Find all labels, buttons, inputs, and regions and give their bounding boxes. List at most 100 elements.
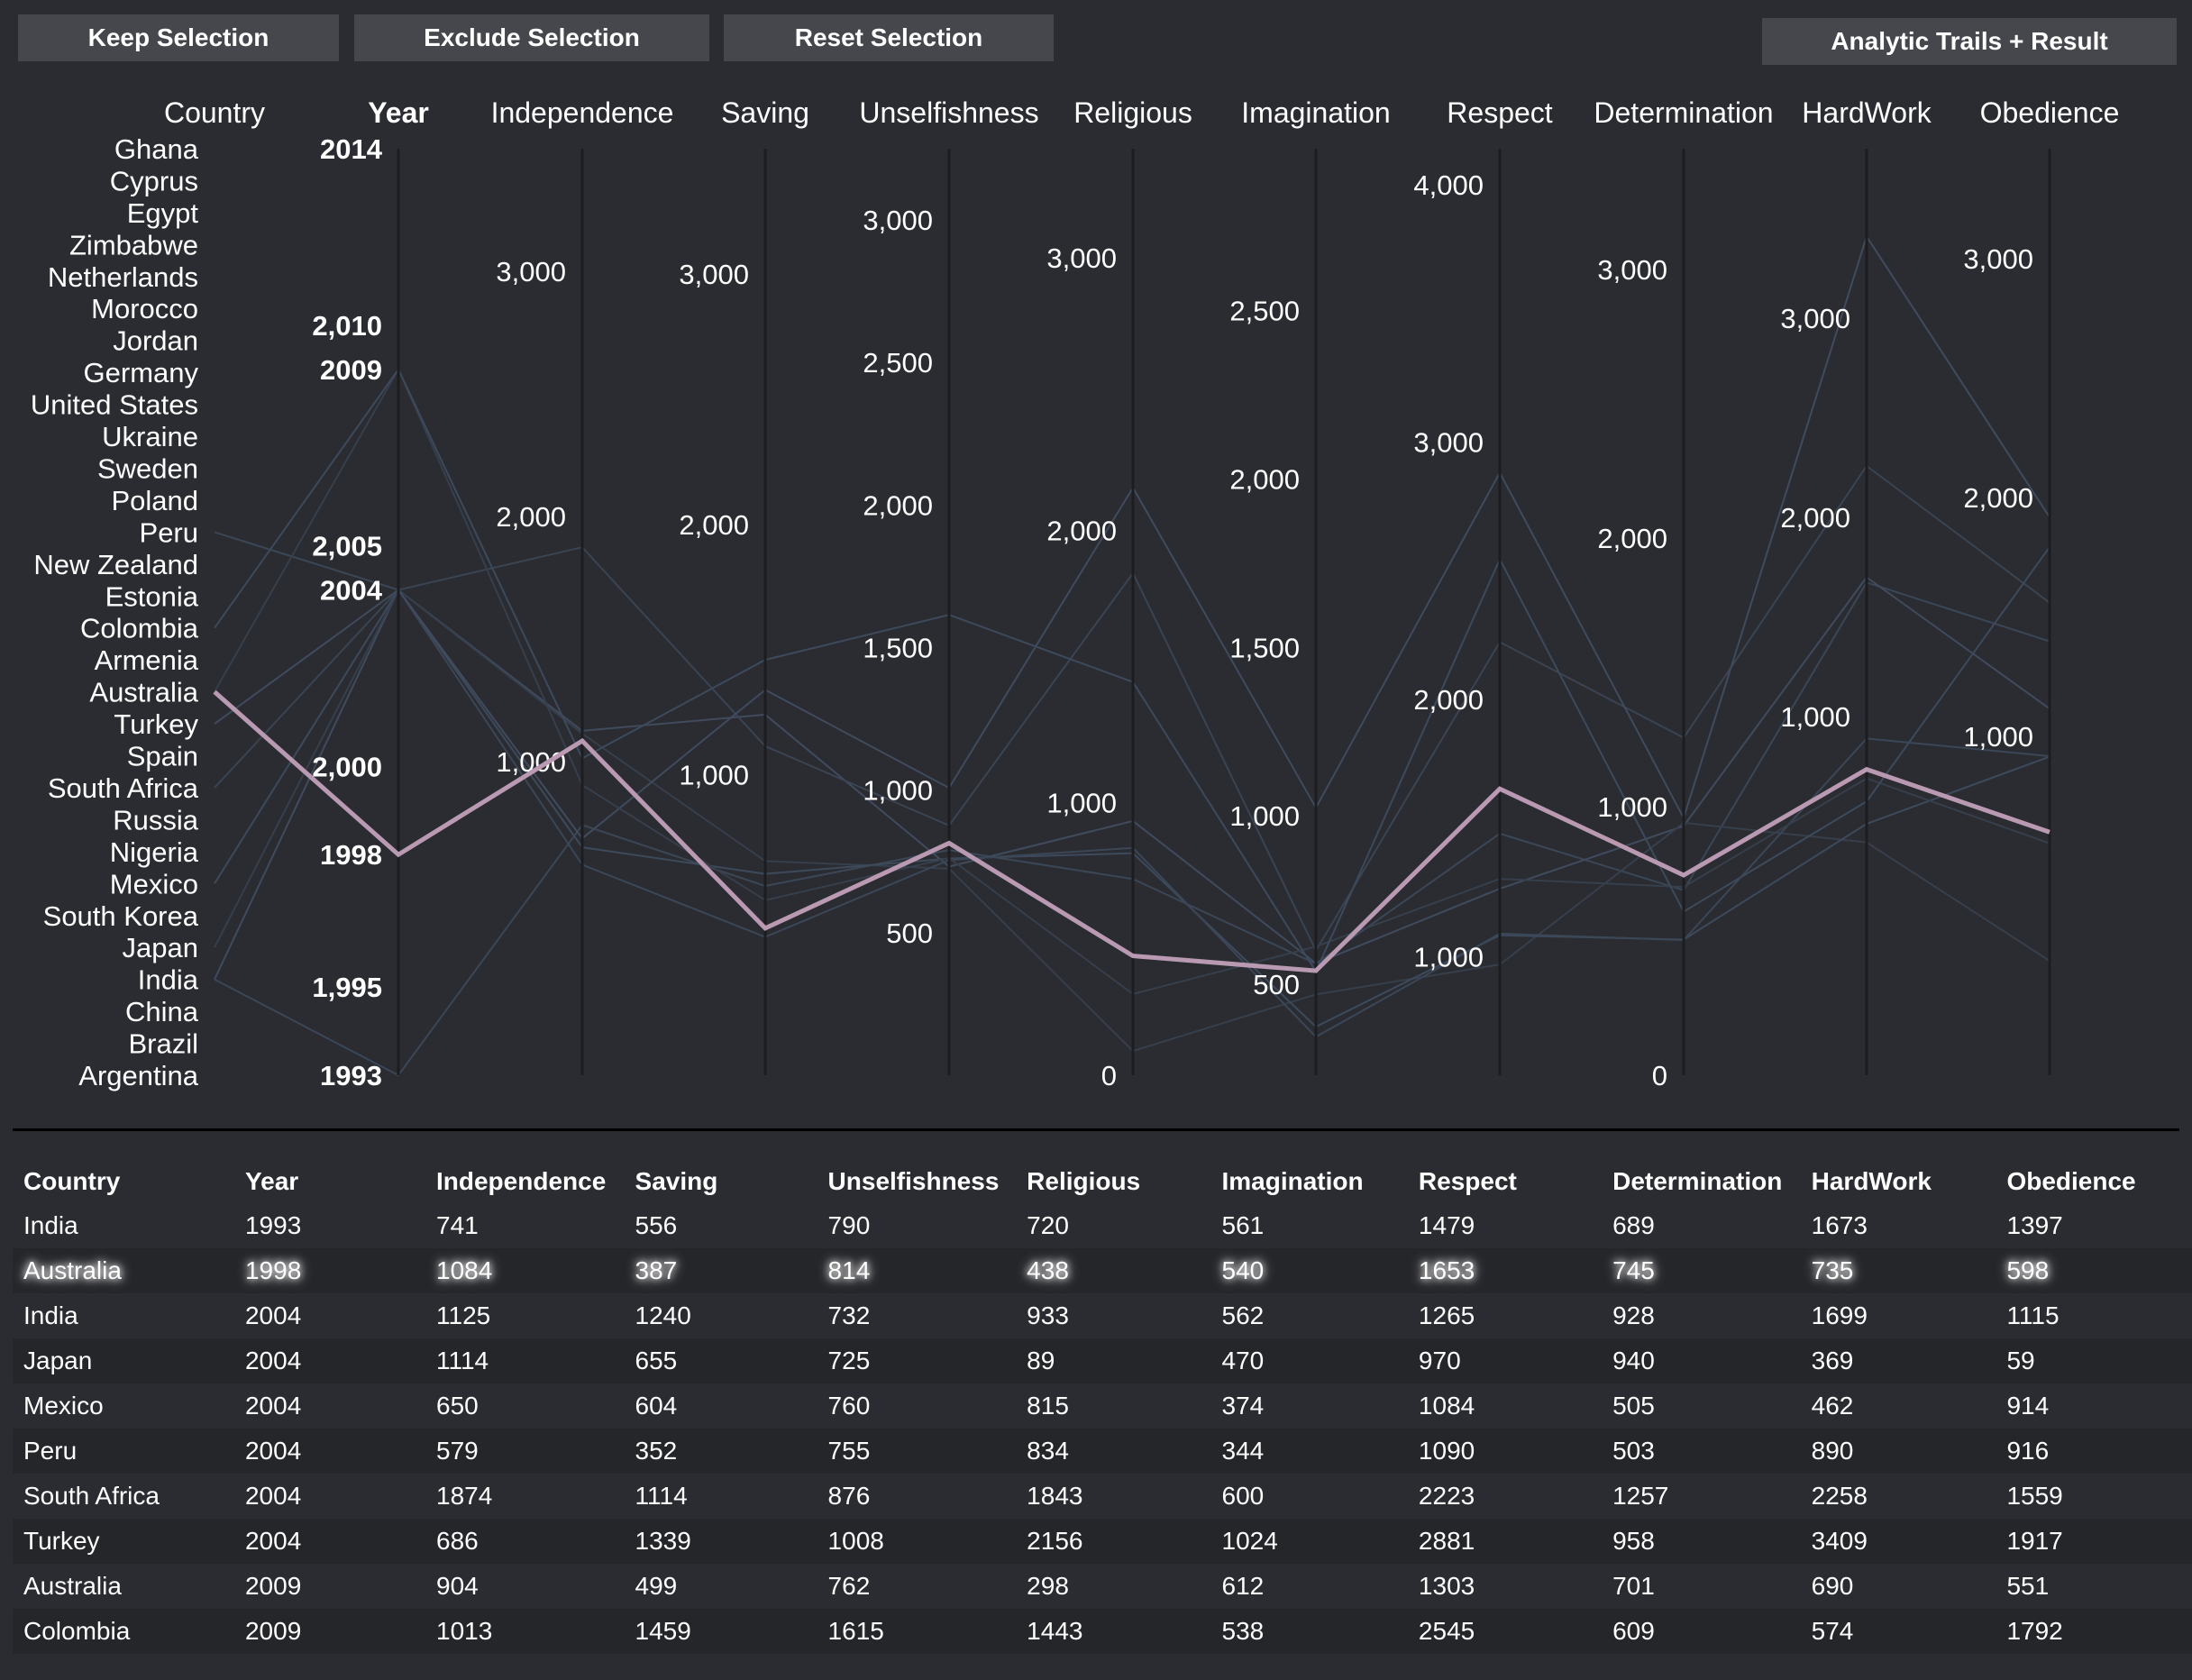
country-label[interactable]: Sweden — [97, 452, 198, 484]
axis-title-respect[interactable]: Respect — [1447, 96, 1553, 129]
table-cell: 1114 — [635, 1482, 688, 1510]
country-label[interactable]: Armenia — [95, 644, 199, 676]
keep-selection-button[interactable]: Keep Selection — [18, 14, 339, 61]
table-row[interactable]: Australia 2009 904 499 762 298 612 1303 701 690 55… — [13, 1564, 2192, 1609]
column-header-independence[interactable]: Independence — [425, 1160, 625, 1203]
tick-label: 2,000 — [1597, 523, 1667, 554]
table-cell: 725 — [817, 1338, 1017, 1383]
table-row[interactable]: Japan 2004 1114 655 725 89 470 970 940 369 59 — [13, 1338, 2192, 1383]
country-label[interactable]: Estonia — [105, 580, 199, 612]
table-cell: 3409 — [1800, 1519, 1996, 1564]
axis-title-independence[interactable]: Independence — [491, 96, 674, 129]
analytic-trails-button[interactable]: Analytic Trails + Result — [1762, 18, 2177, 65]
column-header-respect[interactable]: Respect — [1408, 1160, 1602, 1203]
table-cell: 505 — [1612, 1392, 1655, 1420]
table-header-row: Country Year Independence Saving Unselfishne… — [13, 1160, 2192, 1203]
table-cell: 762 — [827, 1572, 871, 1600]
column-header-unselfishness[interactable]: Unselfishness — [817, 1160, 1017, 1203]
column-header-determination[interactable]: Determination — [1602, 1160, 1801, 1203]
axis-unselfishness: Unselfishness 3,000 2,500 2,000 1,500 1,000 50… — [859, 96, 1039, 1075]
table-row[interactable]: Mexico 2004 650 604 760 815 374 1084 505 462 914 — [13, 1383, 2192, 1429]
table-cell: 755 — [817, 1429, 1017, 1474]
tick-label: 4,000 — [1413, 169, 1484, 201]
country-label[interactable]: South Africa — [48, 772, 199, 804]
column-header-country[interactable]: Country — [13, 1160, 234, 1203]
country-label[interactable]: Spain — [127, 741, 198, 772]
country-label[interactable]: Egypt — [127, 197, 199, 229]
country-label[interactable]: South Korea — [43, 900, 199, 932]
country-label[interactable]: Netherlands — [48, 261, 198, 293]
tick-label: 1,000 — [1963, 721, 2033, 753]
country-label[interactable]: Ukraine — [102, 421, 198, 452]
column-header-imagination[interactable]: Imagination — [1211, 1160, 1408, 1203]
axis-hardwork: HardWork 3,000 2,000 1,000 — [1780, 96, 1932, 1075]
axis-title-obedience[interactable]: Obedience — [1980, 96, 2120, 129]
country-label[interactable]: Mexico — [110, 868, 198, 899]
axis-title-religious[interactable]: Religious — [1073, 96, 1192, 129]
table-row[interactable]: South Africa 2004 1874 1114 876 1843 600 2223 12… — [13, 1474, 2192, 1519]
country-label[interactable]: Japan — [123, 932, 198, 963]
column-header-saving[interactable]: Saving — [625, 1160, 817, 1203]
axis-title-unselfishness[interactable]: Unselfishness — [859, 96, 1038, 129]
table-cell: 933 — [1027, 1301, 1069, 1329]
country-label[interactable]: Poland — [111, 485, 198, 516]
country-label[interactable]: Nigeria — [110, 836, 199, 868]
column-header-year[interactable]: Year — [234, 1160, 425, 1203]
tick-label: 2,000 — [1229, 463, 1300, 495]
exclude-selection-button[interactable]: Exclude Selection — [354, 14, 709, 61]
tick-label: 2,010 — [312, 310, 382, 342]
tick-label: 2004 — [320, 575, 383, 607]
country-label[interactable]: New Zealand — [33, 549, 198, 580]
table-row[interactable]: Peru 2004 579 352 755 834 344 1090 503 890 916 — [13, 1429, 2192, 1474]
table-cell: 499 — [635, 1572, 678, 1600]
country-label[interactable]: Brazil — [128, 1028, 198, 1060]
country-label[interactable]: Turkey — [114, 708, 198, 740]
tick-label: 3,000 — [1963, 243, 2033, 275]
country-label[interactable]: United States — [31, 389, 198, 421]
country-label[interactable]: Cyprus — [110, 165, 198, 196]
column-header-hardwork[interactable]: HardWork — [1801, 1160, 1996, 1203]
axis-title-hardwork[interactable]: HardWork — [1802, 96, 1932, 129]
axis-title-imagination[interactable]: Imagination — [1241, 96, 1390, 129]
country-label[interactable]: Ghana — [114, 133, 199, 165]
country-label[interactable]: Jordan — [113, 325, 198, 357]
table-cell: 374 — [1221, 1392, 1265, 1420]
table-cell: 914 — [2006, 1392, 2050, 1420]
country-label[interactable]: Germany — [84, 357, 199, 388]
axis-title-year[interactable]: Year — [368, 96, 429, 129]
section-divider — [13, 1128, 2179, 1131]
table-cell: 1993 — [244, 1211, 302, 1239]
table-cell: 2223 — [1418, 1482, 1475, 1510]
parallel-coordinates-chart[interactable]: Country GhanaCyprusEgyptZimbabweNetherlan… — [0, 81, 2192, 1100]
country-label[interactable]: China — [125, 996, 199, 1027]
country-label[interactable]: Morocco — [91, 293, 198, 324]
table-cell: 2258 — [1811, 1482, 1868, 1510]
country-label[interactable]: Argentina — [78, 1060, 198, 1091]
country-label[interactable]: India — [138, 964, 199, 996]
table-cell: 604 — [635, 1392, 678, 1420]
table-cell: 2004 — [244, 1392, 302, 1420]
axis-title-saving[interactable]: Saving — [721, 96, 809, 129]
country-label[interactable]: Russia — [113, 804, 199, 835]
table-row[interactable]: Turkey 2004 686 1339 1008 2156 1024 2881 958 3409… — [13, 1519, 2192, 1564]
axis-year: Year 2014 2,010 2009 2,005 2004 2,000 1998 1,995… — [312, 96, 428, 1091]
country-label[interactable]: Peru — [140, 516, 198, 548]
table-row[interactable]: Colombia 2009 1013 1459 1615 1443 538 2545 609 57… — [13, 1609, 2192, 1654]
table-row[interactable]: Australia 1998 1084 387 814 438 540 1653 745 735 5… — [13, 1248, 2192, 1293]
table-cell: 462 — [1811, 1392, 1854, 1420]
table-row[interactable]: India 1993 741 556 790 720 561 1479 689 1673 1397 — [13, 1203, 2192, 1248]
reset-selection-button[interactable]: Reset Selection — [724, 14, 1054, 61]
table-cell: 689 — [1612, 1211, 1655, 1239]
tick-label: 3,000 — [1597, 254, 1667, 286]
table-cell: 344 — [1210, 1429, 1408, 1474]
axis-title-determination[interactable]: Determination — [1594, 96, 1773, 129]
column-header-religious[interactable]: Religious — [1016, 1160, 1210, 1203]
axis-title-country[interactable]: Country — [164, 96, 265, 129]
table-row[interactable]: India 2004 1125 1240 732 933 562 1265 928 1699 111… — [13, 1293, 2192, 1338]
table-cell: 1125 — [436, 1301, 491, 1329]
country-label[interactable]: Colombia — [80, 613, 199, 644]
column-header-obedience[interactable]: Obedience — [1996, 1160, 2192, 1203]
country-label[interactable]: Zimbabwe — [69, 229, 198, 260]
country-label[interactable]: Australia — [89, 677, 198, 708]
table-cell: India — [23, 1301, 78, 1329]
